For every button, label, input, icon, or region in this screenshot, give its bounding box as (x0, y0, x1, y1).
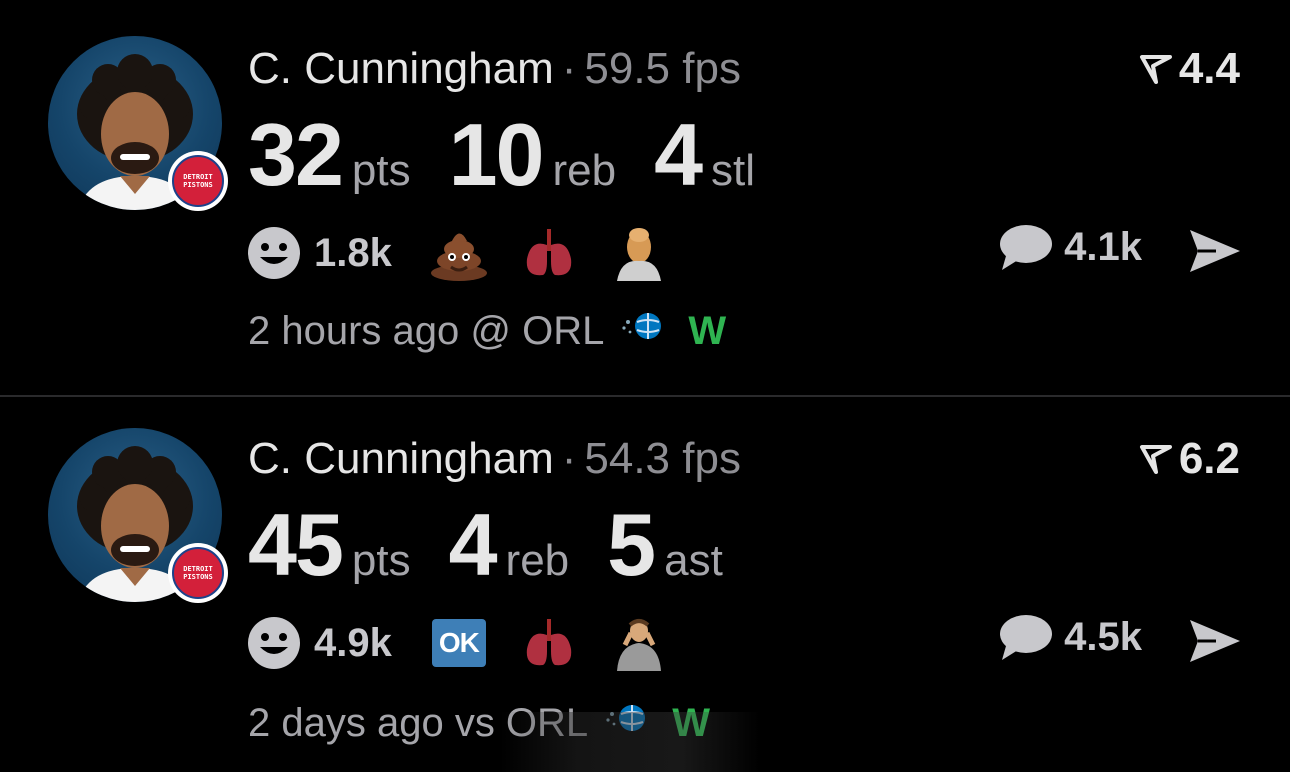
badge-text-bottom: PISTONS (183, 573, 213, 581)
post-title: C. Cunningham · 59.5 fps (248, 44, 741, 94)
fps-score: 59.5 fps (584, 44, 741, 93)
stat-value: 10 (448, 105, 545, 204)
game-result: W (688, 308, 727, 353)
watermark-blur (500, 712, 760, 772)
pistons-logo: DETROIT PISTONS (168, 543, 228, 603)
player-name[interactable]: C. Cunningham (248, 44, 554, 93)
lungs-emoji[interactable] (518, 612, 580, 674)
stat-value: 32 (248, 105, 344, 204)
rating-flag-icon (1139, 445, 1172, 474)
reaction-count[interactable]: 4.9k (314, 621, 392, 666)
stat-points: 45 pts (248, 494, 411, 596)
ok-emoji[interactable]: OK (428, 612, 490, 674)
post-divider (0, 395, 1290, 397)
stat-value: 45 (248, 495, 344, 594)
pistons-logo: DETROIT PISTONS (168, 151, 228, 211)
smiley-icon[interactable] (246, 225, 302, 281)
masked-face-emoji[interactable] (608, 222, 670, 284)
stat-rebounds: 4 reb (449, 494, 570, 596)
stat-unit: reb (552, 146, 617, 195)
rating[interactable]: 4.4 (1139, 44, 1240, 94)
rating-value: 6.2 (1178, 434, 1240, 483)
speech-bubble-icon (1000, 225, 1053, 270)
stat-steals: 4 stl (654, 104, 755, 206)
send-icon (1190, 620, 1240, 662)
post-card[interactable]: DETROIT PISTONS C. Cunningham · 59.5 fps 4… (0, 0, 1290, 396)
badge-text-top: DETROIT (183, 565, 213, 573)
comment-count: 4.1k (1064, 224, 1142, 269)
stat-rebounds: 10 reb (449, 104, 616, 206)
stat-unit: pts (351, 146, 411, 195)
game-time: 2 hours ago @ ORL (248, 308, 605, 353)
stat-unit: pts (351, 536, 411, 585)
lungs-emoji[interactable] (518, 222, 580, 284)
share-button[interactable] (1186, 226, 1244, 281)
stat-unit: reb (505, 536, 570, 585)
stat-value: 5 (607, 495, 656, 594)
reaction-count[interactable]: 1.8k (314, 231, 392, 276)
player-name[interactable]: C. Cunningham (248, 434, 554, 483)
comments-button[interactable]: 4.1k (998, 222, 1142, 272)
comment-count: 4.5k (1064, 614, 1142, 659)
stat-points: 32 pts (248, 104, 411, 206)
send-icon (1190, 230, 1240, 272)
title-separator: · (561, 434, 577, 483)
post-title: C. Cunningham · 54.3 fps (248, 434, 741, 484)
fps-score: 54.3 fps (584, 434, 741, 483)
magic-logo-icon (620, 308, 664, 354)
share-button[interactable] (1186, 616, 1244, 671)
reactions-bar: 4.9k OK (246, 612, 698, 674)
stat-line: 45 pts 4 reb 5 ast (248, 494, 761, 596)
poop-emoji[interactable] (428, 222, 490, 284)
stat-value: 4 (654, 105, 703, 204)
speech-bubble-icon (1000, 615, 1053, 660)
rating-value: 4.4 (1178, 44, 1240, 93)
badge-text-bottom: PISTONS (183, 181, 213, 189)
ok-label: OK (431, 619, 486, 667)
stat-unit: stl (711, 146, 756, 195)
title-separator: · (561, 44, 577, 93)
player-photo-emoji[interactable] (608, 612, 670, 674)
badge-text-top: DETROIT (183, 173, 213, 181)
stat-unit: ast (664, 536, 723, 585)
smiley-icon[interactable] (246, 615, 302, 671)
rating-flag-icon (1139, 55, 1172, 84)
reactions-bar: 1.8k (246, 222, 698, 284)
stat-line: 32 pts 10 reb 4 stl (248, 104, 793, 206)
rating[interactable]: 6.2 (1139, 434, 1240, 484)
stat-value: 4 (448, 495, 498, 594)
comments-button[interactable]: 4.5k (998, 612, 1142, 662)
game-meta: 2 hours ago @ ORL W (248, 308, 726, 354)
stat-assists: 5 ast (607, 494, 723, 596)
